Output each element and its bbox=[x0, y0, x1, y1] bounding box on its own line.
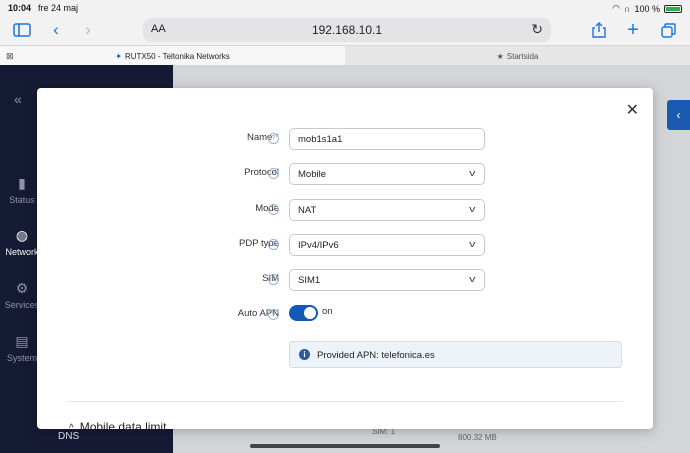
sim-row: SIM ? SIM1 v bbox=[37, 269, 653, 291]
collapse-sidebar-icon[interactable]: « bbox=[14, 91, 22, 107]
interface-edit-modal: ✕ Name * ? mob1s1a1 Protocol ? Mobile v M… bbox=[37, 88, 653, 429]
back-icon[interactable]: ‹ bbox=[48, 20, 64, 40]
help-icon[interactable]: ? bbox=[268, 168, 279, 179]
chevron-down-icon: v bbox=[468, 204, 475, 214]
expand-panel-icon[interactable]: ‹ bbox=[667, 100, 690, 130]
address-bar[interactable]: AA 192.168.10.1 ↻ bbox=[143, 18, 551, 42]
mode-select[interactable]: NAT v bbox=[289, 199, 485, 221]
pdp-type-select[interactable]: IPv4/IPv6 v bbox=[289, 234, 485, 256]
section-title: Mobile data limit bbox=[79, 420, 167, 429]
wifi-icon: ◠ bbox=[612, 3, 620, 13]
status-bar: 10:04 fre 24 maj ◠ ∩ 100 % bbox=[0, 0, 690, 16]
battery-icon bbox=[664, 4, 682, 13]
protocol-value: Mobile bbox=[298, 169, 326, 180]
headphones-icon: ∩ bbox=[624, 3, 631, 14]
info-icon: i bbox=[299, 349, 310, 360]
toggle-knob bbox=[304, 307, 316, 319]
auto-apn-toggle[interactable] bbox=[289, 305, 318, 321]
chevron-up-icon: ^ bbox=[69, 423, 74, 429]
bg-data-text: 800.32 MB bbox=[458, 433, 497, 442]
name-input[interactable]: mob1s1a1 bbox=[289, 128, 485, 150]
status-time: 10:04 bbox=[8, 3, 32, 13]
status-date: fre 24 maj bbox=[38, 3, 79, 13]
help-icon[interactable]: ? bbox=[268, 309, 279, 320]
star-icon: ★ bbox=[496, 51, 504, 61]
protocol-row: Protocol ? Mobile v bbox=[37, 163, 653, 185]
help-icon[interactable]: ? bbox=[268, 239, 279, 250]
mode-row: Mode ? NAT v bbox=[37, 199, 653, 221]
tab-label: Startsida bbox=[506, 51, 539, 61]
sidebar-subitem-dns[interactable]: DNS bbox=[58, 431, 79, 442]
help-icon[interactable]: ? bbox=[268, 274, 279, 285]
close-modal-icon[interactable]: ✕ bbox=[626, 100, 639, 120]
sidebar-item-label: Services bbox=[4, 300, 40, 310]
tab-rutx50[interactable]: ⊠ ✦ RUTX50 - Teltonika Networks bbox=[0, 46, 345, 66]
sidebar-item-label: System bbox=[6, 353, 37, 363]
battery-percent: 100 % bbox=[634, 3, 660, 14]
sidebar-item-label: Network bbox=[5, 247, 39, 257]
mode-value: NAT bbox=[298, 205, 317, 216]
browser-tab-bar: ⊠ ✦ RUTX50 - Teltonika Networks ★ Starts… bbox=[0, 45, 690, 66]
close-tab-icon[interactable]: ⊠ bbox=[6, 51, 14, 62]
tab-startsida[interactable]: ★ Startsida bbox=[345, 46, 690, 66]
url-text: 192.168.10.1 bbox=[311, 23, 383, 37]
pdp-type-row: PDP type ? IPv4/IPv6 v bbox=[37, 234, 653, 256]
mobile-data-limit-section[interactable]: ^ Mobile data limit bbox=[69, 420, 166, 429]
apn-info-box: i Provided APN: telefonica.es bbox=[289, 341, 622, 368]
sim-value: SIM1 bbox=[298, 275, 321, 286]
sim-select[interactable]: SIM1 v bbox=[289, 269, 485, 291]
divider bbox=[67, 401, 623, 402]
forward-icon[interactable]: › bbox=[80, 20, 96, 40]
status-indicators: ◠ ∩ 100 % bbox=[612, 3, 682, 14]
tabs-overview-icon[interactable] bbox=[659, 20, 677, 40]
auto-apn-row: Auto APN ? on bbox=[37, 304, 653, 326]
chevron-down-icon: v bbox=[468, 239, 475, 249]
protocol-select[interactable]: Mobile v bbox=[289, 163, 485, 185]
chevron-down-icon: v bbox=[468, 168, 475, 178]
pdp-type-value: IPv4/IPv6 bbox=[298, 240, 339, 251]
sidebar-item-label: Status bbox=[9, 195, 35, 205]
name-row: Name * ? mob1s1a1 bbox=[37, 128, 653, 150]
share-icon[interactable] bbox=[590, 20, 608, 40]
tab-favicon-icon: ✦ bbox=[115, 51, 122, 61]
tab-label: RUTX50 - Teltonika Networks bbox=[124, 51, 230, 61]
sidebar-toggle-icon[interactable] bbox=[12, 20, 32, 40]
chevron-down-icon: v bbox=[468, 274, 475, 284]
help-icon[interactable]: ? bbox=[268, 204, 279, 215]
auto-apn-state: on bbox=[322, 306, 333, 317]
new-tab-icon[interactable]: + bbox=[624, 19, 642, 41]
help-icon[interactable]: ? bbox=[268, 133, 279, 144]
home-indicator bbox=[250, 444, 440, 448]
apn-info-text: Provided APN: telefonica.es bbox=[317, 350, 435, 361]
browser-toolbar: ‹ › AA 192.168.10.1 ↻ + bbox=[0, 16, 690, 44]
reload-icon[interactable]: ↻ bbox=[531, 21, 543, 38]
